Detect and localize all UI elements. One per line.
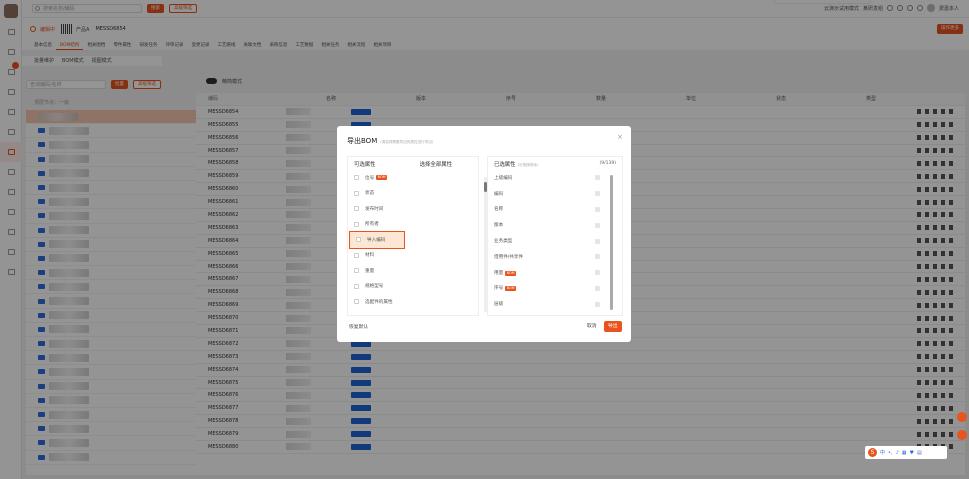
available-attrs-header: 可选属性 选择全部属性 (348, 157, 478, 170)
selected-attr-item[interactable]: 上级编码 (488, 170, 622, 186)
attr-check-icon[interactable] (595, 285, 600, 291)
selected-attr-item[interactable]: 借用件/共享件 (488, 249, 622, 265)
attr-label: 导入编码 (367, 237, 386, 243)
attr-check-icon[interactable] (595, 270, 600, 276)
ime-menu-icon[interactable]: ▤ (917, 450, 922, 456)
selected-attrs-panel: 已选属性 (可拖拽排序) (9/139) 上级编码编码名称版本业务类型借用件/共享… (487, 156, 623, 316)
selected-attr-item[interactable]: 名称 (488, 202, 622, 218)
ime-tray: S 中 •, ♪ ▦ ♥ ▤ (865, 446, 947, 459)
attr-label: 选配件的属性 (365, 299, 393, 305)
attr-checkbox[interactable] (356, 237, 361, 243)
attr-check-icon[interactable] (595, 191, 600, 197)
attr-label: 状态 (365, 191, 375, 197)
ime-punct-icon[interactable]: •, (888, 450, 893, 456)
ime-logo-icon[interactable]: S (868, 448, 877, 457)
ime-lang[interactable]: 中 (880, 449, 885, 456)
attr-label: 借用件/共享件 (494, 254, 524, 260)
selected-attr-item[interactable]: 用量 BOM (488, 265, 622, 281)
attr-label: 序号 (494, 286, 504, 292)
available-attr-item[interactable]: 发布时间 (348, 201, 478, 217)
attr-label: 业务类型 (494, 239, 513, 245)
attr-label: 所有者 (365, 222, 379, 228)
dialog-title: 导出BOM (347, 137, 378, 145)
export-bom-dialog: 导出BOM (请选择需要导出的属性进行导出) × 可选属性 选择全部属性 位号 B… (337, 126, 631, 342)
attr-tag: BOM (505, 286, 517, 292)
available-attrs-title: 可选属性 (354, 161, 376, 168)
attr-label: 重量 (365, 268, 375, 274)
selected-count: (9/139) (599, 161, 616, 166)
attr-tag: BOM (505, 270, 517, 276)
attr-check-icon[interactable] (595, 254, 600, 260)
attr-label: 位号 (365, 175, 375, 181)
selected-attrs-list: 上级编码 编码 名称 版本 业务类型 借用件/共享件 用量 BOM 序号 BOM 层级 (488, 170, 622, 312)
attr-check-icon[interactable] (595, 175, 600, 181)
attr-check-icon[interactable] (595, 301, 600, 307)
reset-default-button[interactable]: 恢复默认 (349, 323, 368, 330)
attr-checkbox[interactable] (354, 206, 359, 212)
selected-attr-item[interactable]: 编码 (488, 186, 622, 202)
attr-label: 上级编码 (494, 175, 513, 181)
close-icon[interactable]: × (617, 133, 623, 141)
float-service-icon[interactable] (957, 412, 967, 422)
app: 搜索名称/编码 搜索 高级筛选 云演示试用模式 某研发组 费嘉本人 编辑中 产品… (0, 0, 969, 479)
attr-label: 规格型号 (365, 284, 384, 290)
attr-check-icon[interactable] (595, 222, 600, 228)
available-attrs-panel: 可选属性 选择全部属性 位号 BOM 状态发布时间所有者导入编码材料重量规格型号选配… (347, 156, 487, 316)
selected-attrs-title: 已选属性 (494, 161, 516, 168)
available-attr-item[interactable]: 重量 (348, 263, 478, 279)
ime-keyboard-icon[interactable]: ▦ (902, 450, 907, 456)
selected-attr-item[interactable]: 序号 BOM (488, 281, 622, 297)
attr-check-icon[interactable] (595, 238, 600, 244)
attr-label: 名称 (494, 207, 504, 213)
attr-checkbox[interactable] (354, 299, 359, 305)
float-chat-icon[interactable] (957, 430, 967, 440)
available-attr-item[interactable]: 状态 (348, 186, 478, 202)
attr-check-icon[interactable] (595, 206, 600, 212)
attr-checkbox[interactable] (354, 221, 359, 227)
drag-hint: (可拖拽排序) (517, 162, 539, 167)
attr-checkbox[interactable] (354, 252, 359, 258)
available-attr-item[interactable]: 材料 (348, 248, 478, 264)
attr-label: 层级 (494, 302, 504, 308)
right-scrollbar[interactable] (610, 175, 613, 310)
dialog-subtitle: (请选择需要导出的属性进行导出) (380, 140, 434, 144)
selected-attrs-header: 已选属性 (可拖拽排序) (9/139) (488, 157, 622, 170)
available-attrs-list: 位号 BOM 状态发布时间所有者导入编码材料重量规格型号选配件的属性 (348, 170, 478, 310)
ime-mic-icon[interactable]: ♪ (896, 450, 899, 456)
selected-attr-item[interactable]: 层级 (488, 296, 622, 312)
attr-tag: BOM (376, 175, 388, 181)
cancel-button[interactable]: 取消 (583, 321, 601, 332)
export-button[interactable]: 导出 (604, 321, 622, 332)
available-attr-item[interactable]: 选配件的属性 (348, 294, 478, 310)
attr-label: 版本 (494, 223, 504, 229)
select-all-link[interactable]: 选择全部属性 (420, 160, 452, 168)
available-attr-item[interactable]: 所有者 (348, 217, 478, 233)
selected-attr-item[interactable]: 业务类型 (488, 233, 622, 249)
attr-label: 发布时间 (365, 206, 384, 212)
selected-attr-item[interactable]: 版本 (488, 217, 622, 233)
attr-checkbox[interactable] (354, 283, 359, 289)
attr-checkbox[interactable] (354, 268, 359, 274)
dialog-header: 导出BOM (请选择需要导出的属性进行导出) (347, 136, 433, 146)
right-scroll-thumb[interactable] (610, 175, 613, 310)
available-attr-item[interactable]: 位号 BOM (348, 170, 478, 186)
available-attr-item[interactable]: 导入编码 (349, 231, 405, 249)
available-attr-item[interactable]: 规格型号 (348, 279, 478, 295)
attr-label: 材料 (365, 253, 375, 259)
ime-skin-icon[interactable]: ♥ (910, 450, 914, 456)
attr-label: 用量 (494, 270, 504, 276)
attr-label: 编码 (494, 191, 504, 197)
attr-checkbox[interactable] (354, 175, 359, 181)
attr-checkbox[interactable] (354, 190, 359, 196)
